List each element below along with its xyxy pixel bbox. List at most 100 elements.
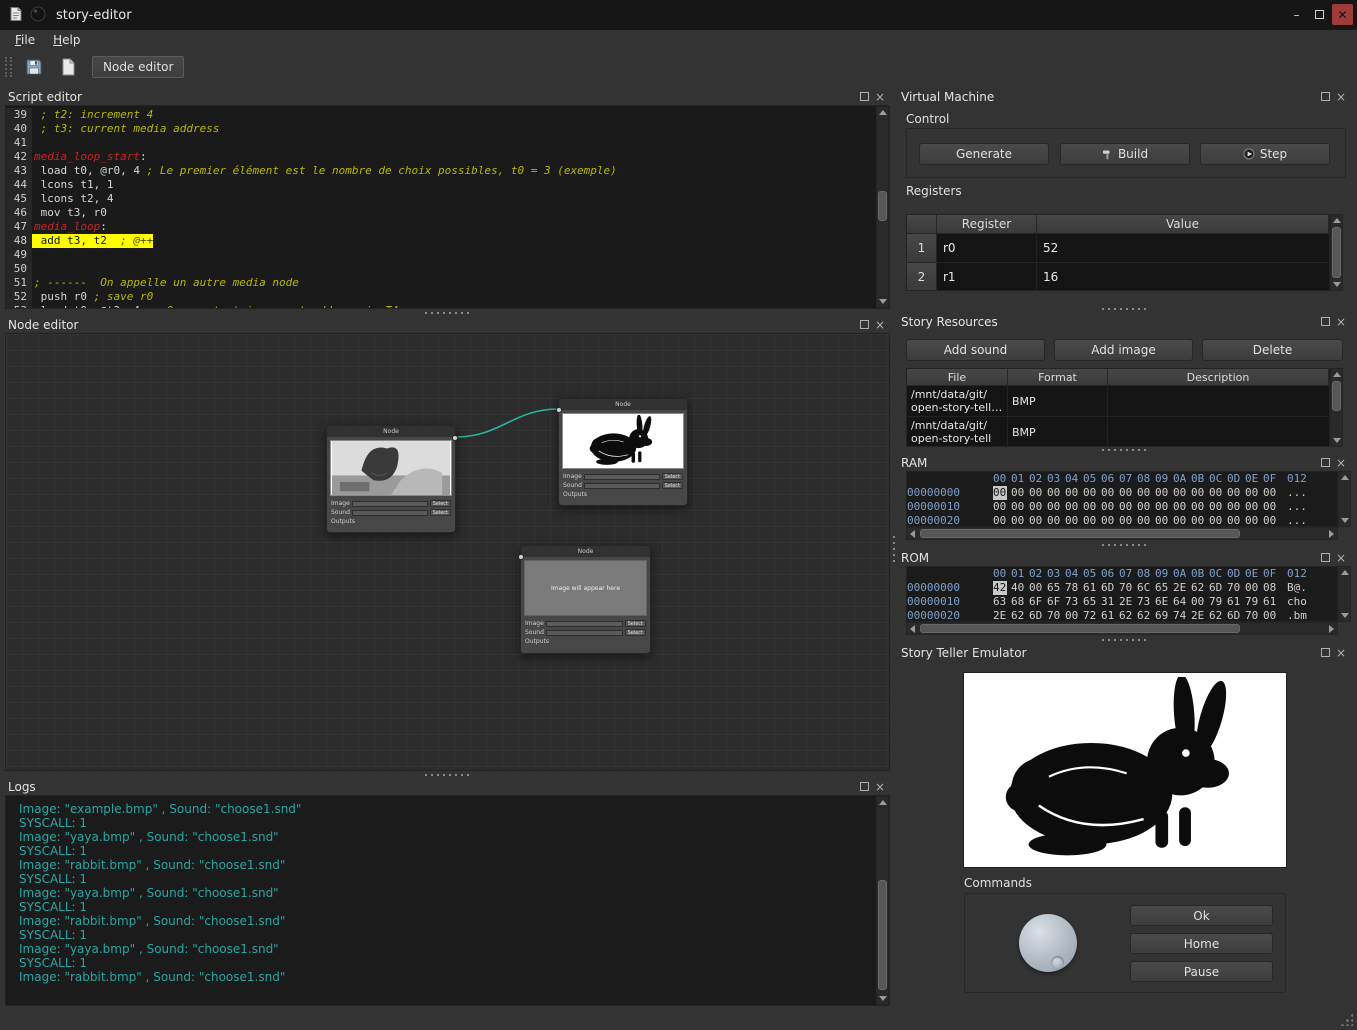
hex-byte[interactable]: 00: [1119, 514, 1137, 527]
resources-vscrollbar[interactable]: [1330, 368, 1343, 447]
hex-byte[interactable]: 62: [1137, 609, 1155, 622]
sound-select-button[interactable]: Select: [430, 509, 451, 516]
hex-byte[interactable]: 61: [1083, 581, 1101, 595]
splitter-handle[interactable]: [423, 773, 471, 777]
hex-byte[interactable]: 6F: [1029, 595, 1047, 609]
input-port[interactable]: [518, 554, 524, 560]
file-column-header[interactable]: File: [907, 369, 1008, 386]
resources-table[interactable]: File Format Description /mnt/data/git/op…: [906, 368, 1330, 447]
hex-byte[interactable]: 00: [1101, 486, 1119, 500]
hex-byte[interactable]: 00: [1065, 514, 1083, 527]
pause-button[interactable]: Pause: [1130, 961, 1273, 982]
registers-table[interactable]: Register Value 1r0522r116: [906, 214, 1330, 291]
hex-byte[interactable]: 65: [1083, 595, 1101, 609]
register-row[interactable]: 2r116: [907, 263, 1329, 291]
hex-byte[interactable]: 00: [1245, 486, 1263, 500]
hex-byte[interactable]: 6D: [1101, 581, 1119, 595]
scroll-up-button[interactable]: [1331, 215, 1342, 226]
menu-file[interactable]: File: [6, 31, 44, 49]
sound-select-button[interactable]: Select: [662, 482, 683, 489]
scroll-down-button[interactable]: [1331, 279, 1342, 290]
minimize-button[interactable]: –: [1286, 4, 1307, 25]
hex-byte[interactable]: 40: [1011, 581, 1029, 595]
register-column-header[interactable]: Register: [937, 215, 1037, 234]
hex-byte[interactable]: 62: [1191, 581, 1209, 595]
splitter-handle[interactable]: [1100, 543, 1148, 547]
scroll-thumb[interactable]: [920, 624, 1240, 633]
float-icon[interactable]: [860, 782, 869, 791]
hex-byte[interactable]: 73: [1137, 595, 1155, 609]
hex-byte[interactable]: 65: [1155, 581, 1173, 595]
hex-byte[interactable]: 6C: [1137, 581, 1155, 595]
float-icon[interactable]: [1321, 317, 1330, 326]
close-icon[interactable]: ×: [1336, 92, 1346, 102]
node-title[interactable]: Node: [521, 546, 650, 557]
ram-hex[interactable]: 000102030405060708090A0B0C0D0E0F01200000…: [906, 471, 1338, 527]
scroll-up-button[interactable]: [1339, 567, 1350, 578]
hex-byte[interactable]: 79: [1245, 595, 1263, 609]
node-rabbit[interactable]: Node ImageSelect SoundSelect Outputs: [558, 398, 688, 506]
float-icon[interactable]: [1321, 92, 1330, 101]
hex-byte[interactable]: 00: [1155, 486, 1173, 500]
hex-byte[interactable]: 00: [1191, 486, 1209, 500]
hex-byte[interactable]: 00: [1263, 486, 1281, 500]
close-icon[interactable]: ×: [1336, 553, 1346, 563]
splitter-handle[interactable]: [1100, 448, 1148, 452]
dock-title-script-editor[interactable]: Script editor ×: [4, 88, 891, 105]
hex-byte[interactable]: 00: [1029, 581, 1047, 595]
hex-byte[interactable]: 2E: [1191, 609, 1209, 622]
hex-byte[interactable]: 62: [1119, 609, 1137, 622]
window-titlebar[interactable]: story-editor – ✕: [0, 0, 1357, 30]
hex-byte[interactable]: 00: [1191, 514, 1209, 527]
build-button[interactable]: Build: [1060, 143, 1190, 165]
ram-vscrollbar[interactable]: [1338, 471, 1351, 527]
hex-byte[interactable]: 68: [1011, 595, 1029, 609]
node-title[interactable]: Node: [559, 399, 687, 410]
splitter-handle[interactable]: [1100, 638, 1148, 642]
hex-byte[interactable]: 00: [1119, 500, 1137, 514]
hex-byte[interactable]: 2E: [1119, 595, 1137, 609]
hex-byte[interactable]: 6F: [1047, 595, 1065, 609]
ok-button[interactable]: Ok: [1130, 905, 1273, 926]
new-file-button[interactable]: [56, 55, 80, 79]
node-title[interactable]: Node: [327, 426, 455, 437]
image-field[interactable]: [546, 621, 623, 627]
scroll-right-button[interactable]: [1326, 623, 1337, 634]
resource-row[interactable]: /mnt/data/git/open-story-tellBMP: [907, 417, 1329, 447]
hex-byte[interactable]: 70: [1047, 609, 1065, 622]
hex-byte[interactable]: 00: [1227, 500, 1245, 514]
scroll-down-button[interactable]: [877, 993, 888, 1004]
dock-title-rom[interactable]: ROM ×: [897, 549, 1352, 566]
float-icon[interactable]: [1321, 648, 1330, 657]
hex-byte[interactable]: 6D: [1209, 581, 1227, 595]
hex-byte[interactable]: 00: [1245, 581, 1263, 595]
node-yaya[interactable]: Node ImageSelect SoundSelect Outputs: [326, 425, 456, 533]
scroll-up-button[interactable]: [1331, 369, 1342, 380]
script-editor-vscrollbar[interactable]: [876, 106, 889, 308]
hex-byte[interactable]: 00: [1263, 514, 1281, 527]
hex-byte[interactable]: 00: [1137, 486, 1155, 500]
ram-hscrollbar[interactable]: [906, 527, 1338, 540]
hex-byte[interactable]: 00: [993, 486, 1007, 500]
hex-byte[interactable]: 31: [1101, 595, 1119, 609]
hex-byte[interactable]: 42: [993, 581, 1007, 595]
scroll-up-button[interactable]: [877, 107, 888, 118]
hex-byte[interactable]: 74: [1173, 609, 1191, 622]
add-sound-button[interactable]: Add sound: [906, 339, 1045, 361]
add-image-button[interactable]: Add image: [1054, 339, 1193, 361]
hex-byte[interactable]: 79: [1209, 595, 1227, 609]
dock-title-emulator[interactable]: Story Teller Emulator ×: [897, 644, 1352, 661]
node-editor-toolbar-button[interactable]: Node editor: [92, 56, 184, 78]
home-button[interactable]: Home: [1130, 933, 1273, 954]
hex-byte[interactable]: 2E: [1173, 581, 1191, 595]
image-select-button[interactable]: Select: [625, 620, 646, 627]
splitter-handle-vertical[interactable]: [892, 534, 896, 562]
dock-title-virtual-machine[interactable]: Virtual Machine ×: [897, 88, 1352, 105]
registers-vscrollbar[interactable]: [1330, 214, 1343, 291]
close-icon[interactable]: ×: [875, 320, 885, 330]
logs-viewport[interactable]: Image: "example.bmp" , Sound: "choose1.s…: [5, 795, 890, 1006]
format-column-header[interactable]: Format: [1008, 369, 1108, 386]
hex-byte[interactable]: 00: [993, 514, 1011, 527]
close-icon[interactable]: ×: [875, 782, 885, 792]
generate-button[interactable]: Generate: [919, 143, 1049, 165]
